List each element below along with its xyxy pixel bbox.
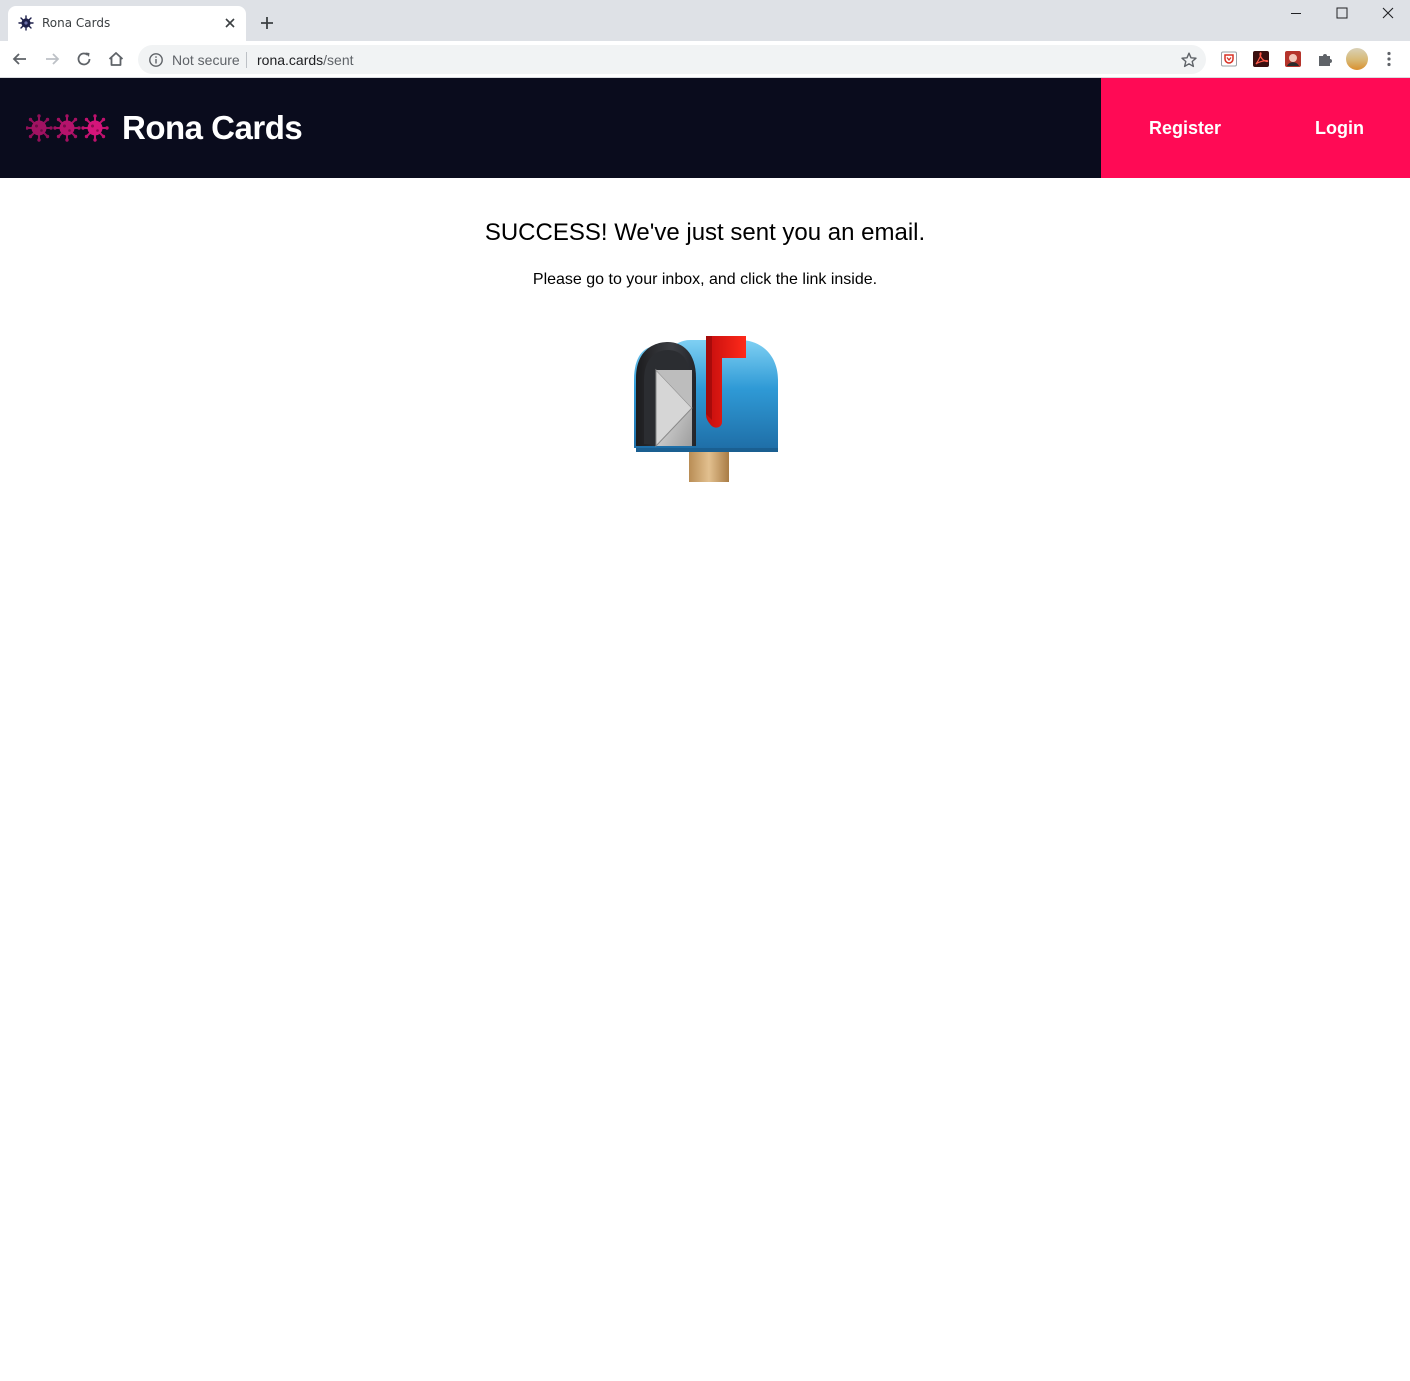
- url-text[interactable]: rona.cards/sent: [257, 52, 354, 68]
- profile-avatar[interactable]: [1346, 48, 1368, 70]
- security-status[interactable]: Not secure: [172, 52, 240, 68]
- url-path: /sent: [323, 52, 354, 68]
- brand-title[interactable]: Rona Cards: [122, 109, 303, 147]
- chrome-menu-icon[interactable]: [1380, 50, 1398, 68]
- close-window-icon[interactable]: [1373, 4, 1403, 22]
- register-link[interactable]: Register: [1149, 118, 1221, 139]
- virus-logo-icon[interactable]: [26, 113, 110, 143]
- minimize-icon[interactable]: [1281, 4, 1311, 22]
- tab-title: Rona Cards: [42, 16, 111, 30]
- reload-icon[interactable]: [74, 49, 94, 69]
- shield-extension-icon[interactable]: [1220, 50, 1238, 68]
- back-icon[interactable]: [10, 49, 30, 69]
- acrobat-extension-icon[interactable]: [1252, 50, 1270, 68]
- login-link[interactable]: Login: [1315, 118, 1364, 139]
- maximize-icon[interactable]: [1327, 4, 1357, 22]
- browser-tabstrip: Rona Cards: [0, 0, 1410, 41]
- forward-icon[interactable]: [42, 49, 62, 69]
- instruction-text: Please go to your inbox, and click the l…: [532, 271, 878, 288]
- info-icon[interactable]: [148, 52, 164, 68]
- address-bar[interactable]: Not secure rona.cards/sent: [138, 45, 1206, 74]
- mailbox-with-raised-flag-icon: [634, 336, 778, 482]
- home-icon[interactable]: [106, 49, 126, 69]
- auth-nav: Register Login: [1101, 78, 1410, 178]
- new-tab-icon[interactable]: [258, 14, 276, 32]
- browser-toolbar: Not secure rona.cards/sent: [0, 41, 1410, 78]
- success-headline: SUCCESS! We've just sent you an email.: [484, 219, 926, 246]
- browser-tab[interactable]: Rona Cards: [8, 6, 246, 41]
- bookmark-star-icon[interactable]: [1180, 51, 1198, 69]
- close-tab-icon[interactable]: [222, 15, 238, 31]
- site-header: Rona Cards Register Login: [0, 78, 1410, 178]
- address-separator: [246, 52, 247, 68]
- url-host: rona.cards: [257, 52, 324, 68]
- puzzle-extensions-icon[interactable]: [1316, 50, 1334, 68]
- virus-icon: [18, 15, 34, 31]
- photo-extension-icon[interactable]: [1284, 50, 1302, 68]
